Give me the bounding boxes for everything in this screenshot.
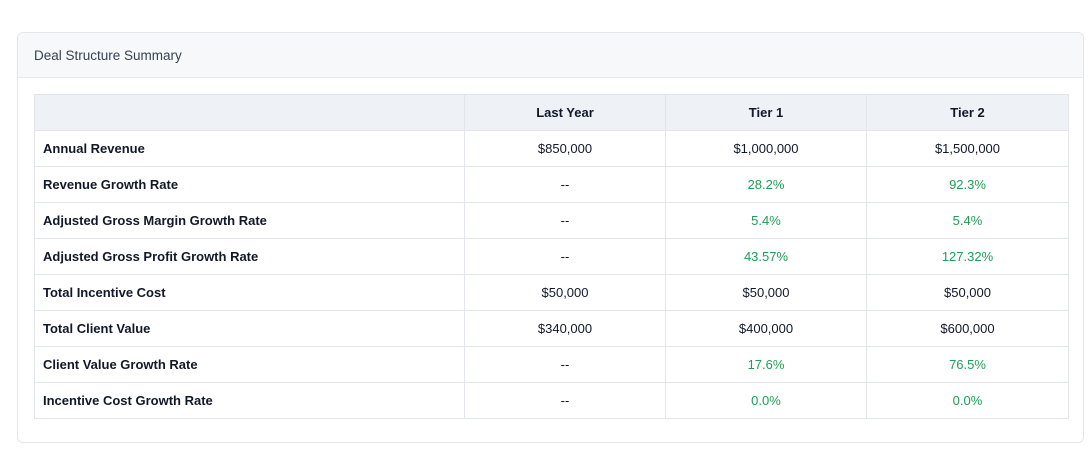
row-label: Revenue Growth Rate (34, 166, 465, 203)
row-label: Client Value Growth Rate (34, 346, 465, 383)
table-row: Adjusted Gross Profit Growth Rate -- 43.57… (34, 238, 1069, 275)
column-header-metric (34, 94, 465, 131)
table-row: Incentive Cost Growth Rate -- 0.0% 0.0% (34, 382, 1069, 419)
table-row: Total Incentive Cost $50,000 $50,000 $50,00… (34, 274, 1069, 311)
row-label: Adjusted Gross Profit Growth Rate (34, 238, 465, 275)
row-label: Incentive Cost Growth Rate (34, 382, 465, 419)
cell-tier-1: 17.6% (665, 346, 867, 383)
cell-tier-1: $1,000,000 (665, 130, 867, 167)
table-header: Last Year Tier 1 Tier 2 (34, 94, 1069, 131)
cell-last-year: -- (464, 238, 666, 275)
deal-structure-card: Deal Structure Summary Last Year Tier 1 … (17, 32, 1084, 443)
column-header-tier-2: Tier 2 (866, 94, 1069, 131)
cell-tier-1: 43.57% (665, 238, 867, 275)
table-body: Annual Revenue $850,000 $1,000,000 $1,500,0… (34, 130, 1069, 419)
card-header: Deal Structure Summary (18, 33, 1083, 78)
table-row: Adjusted Gross Margin Growth Rate -- 5.4% 5… (34, 202, 1069, 239)
cell-tier-1: 0.0% (665, 382, 867, 419)
card-title: Deal Structure Summary (34, 47, 182, 63)
cell-last-year: $50,000 (464, 274, 666, 311)
cell-last-year: -- (464, 382, 666, 419)
cell-tier-1: 28.2% (665, 166, 867, 203)
cell-last-year: $340,000 (464, 310, 666, 347)
row-label: Annual Revenue (34, 130, 465, 167)
row-label: Adjusted Gross Margin Growth Rate (34, 202, 465, 239)
cell-tier-2: 0.0% (866, 382, 1069, 419)
cell-tier-1: $50,000 (665, 274, 867, 311)
table-row: Total Client Value $340,000 $400,000 $600,0… (34, 310, 1069, 347)
cell-last-year: -- (464, 346, 666, 383)
cell-tier-2: 76.5% (866, 346, 1069, 383)
cell-last-year: -- (464, 202, 666, 239)
summary-table: Last Year Tier 1 Tier 2 Annual Revenue $8… (34, 94, 1069, 419)
row-label: Total Client Value (34, 310, 465, 347)
cell-tier-2: 127.32% (866, 238, 1069, 275)
table-row: Client Value Growth Rate -- 17.6% 76.5% (34, 346, 1069, 383)
cell-tier-2: 5.4% (866, 202, 1069, 239)
column-header-tier-1: Tier 1 (665, 94, 867, 131)
cell-tier-2: $50,000 (866, 274, 1069, 311)
column-header-last-year: Last Year (464, 94, 666, 131)
row-label: Total Incentive Cost (34, 274, 465, 311)
cell-tier-1: 5.4% (665, 202, 867, 239)
cell-tier-2: $600,000 (866, 310, 1069, 347)
cell-last-year: $850,000 (464, 130, 666, 167)
cell-tier-1: $400,000 (665, 310, 867, 347)
summary-table-wrapper: Last Year Tier 1 Tier 2 Annual Revenue $8… (34, 94, 1069, 419)
table-row: Revenue Growth Rate -- 28.2% 92.3% (34, 166, 1069, 203)
table-row: Annual Revenue $850,000 $1,000,000 $1,500,0… (34, 130, 1069, 167)
cell-tier-2: 92.3% (866, 166, 1069, 203)
header-row: Last Year Tier 1 Tier 2 (34, 94, 1069, 131)
cell-tier-2: $1,500,000 (866, 130, 1069, 167)
cell-last-year: -- (464, 166, 666, 203)
